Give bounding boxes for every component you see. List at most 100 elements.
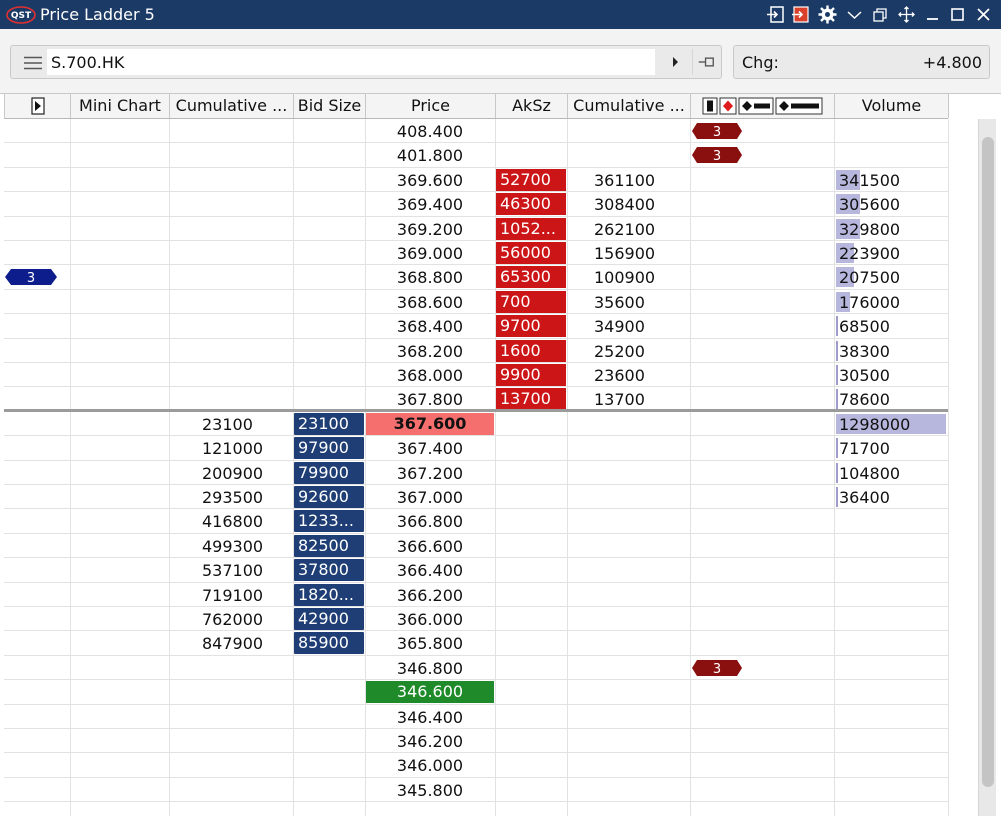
bid-size-cell[interactable]: 1820... (294, 583, 364, 606)
ladder-row[interactable]: 401.800 3 (4, 143, 948, 168)
price-cell[interactable]: 346.200 (366, 729, 494, 753)
price-cell[interactable]: 366.000 (366, 607, 494, 631)
price-cell[interactable]: 401.800 (366, 143, 494, 167)
price-cell[interactable]: 368.600 (366, 290, 494, 314)
price-ladder[interactable]: 408.400 3 401.800 3 369.600 52700 361100 341500… (4, 119, 948, 816)
header-price[interactable]: Price (366, 94, 496, 118)
ladder-row[interactable]: 367.400 121000 97900 71700 (4, 436, 948, 461)
restore-windows-icon[interactable] (870, 4, 891, 25)
ladder-row[interactable]: 346.000 (4, 753, 948, 778)
ladder-row[interactable]: 367.200 200900 79900 104800 (4, 461, 948, 485)
bid-size-cell[interactable]: 85900 (294, 632, 364, 655)
price-cell[interactable]: 369.200 (366, 217, 494, 241)
price-cell[interactable]: 367.800 (366, 387, 494, 411)
maximize-icon[interactable] (947, 4, 968, 25)
header-mini-chart[interactable]: Mini Chart (71, 94, 170, 118)
price-cell[interactable]: 368.000 (366, 363, 494, 387)
title-bar[interactable]: QST Price Ladder 5 (0, 0, 1001, 29)
expand-arrow-icon[interactable] (31, 97, 45, 115)
price-cell[interactable]: 367.400 (366, 436, 494, 460)
price-cell[interactable]: 368.800 (366, 265, 494, 289)
ladder-row[interactable]: 346.200 (4, 729, 948, 754)
ladder-row[interactable]: 368.200 1600 25200 38300 (4, 339, 948, 363)
price-cell[interactable]: 367.200 (366, 461, 494, 485)
ladder-row[interactable]: 345.800 (4, 778, 948, 803)
ask-size-cell[interactable]: 52700 (496, 168, 566, 191)
bid-size-cell[interactable]: 97900 (294, 437, 364, 460)
chevron-down-icon[interactable] (844, 4, 865, 25)
ladder-row[interactable]: 368.400 9700 34900 68500 (4, 314, 948, 339)
price-cell[interactable]: 346.800 (366, 656, 494, 680)
ladder-row[interactable]: 369.200 1052... 262100 329800 (4, 217, 948, 241)
move-icon[interactable] (896, 4, 917, 25)
link-out-icon[interactable] (790, 4, 811, 25)
header-order-tools[interactable] (691, 94, 835, 118)
header-cumulative-ask[interactable]: Cumulative ... (568, 94, 691, 118)
minimize-icon[interactable] (922, 4, 943, 25)
ladder-row[interactable]: 369.400 46300 308400 305600 (4, 192, 948, 217)
working-order-badge[interactable]: 3 (691, 659, 743, 677)
ladder-row[interactable]: 346.800 3 (4, 656, 948, 681)
header-cumulative-bid[interactable]: Cumulative ... (170, 94, 294, 118)
price-cell[interactable]: 346.400 (366, 705, 494, 729)
ladder-row[interactable]: 346.400 (4, 705, 948, 729)
position-badge[interactable]: 3 (4, 268, 58, 286)
scroll-thumb[interactable] (982, 137, 994, 787)
ladder-row[interactable]: 366.400 537100 37800 (4, 558, 948, 583)
order-type-icons[interactable] (702, 97, 824, 115)
bid-size-cell[interactable]: 1233... (294, 510, 364, 533)
price-cell[interactable]: 367.000 (366, 485, 494, 509)
play-arrow-icon[interactable] (663, 49, 689, 75)
ask-size-cell[interactable]: 13700 (496, 388, 566, 411)
header-ask-size[interactable]: AkSz (496, 94, 568, 118)
ladder-row[interactable]: 368.600 700 35600 176000 (4, 290, 948, 315)
price-cell[interactable]: 345.800 (366, 778, 494, 802)
price-cell[interactable]: 366.400 (366, 558, 494, 582)
price-cell[interactable]: 346.000 (366, 753, 494, 777)
bid-size-cell[interactable]: 23100 (294, 412, 364, 435)
price-cell[interactable]: 368.200 (366, 339, 494, 363)
ask-size-cell[interactable]: 9700 (496, 315, 566, 338)
ask-size-cell[interactable]: 46300 (496, 193, 566, 216)
header-arrow[interactable] (5, 94, 71, 118)
price-cell[interactable]: 366.200 (366, 583, 494, 607)
ladder-row[interactable]: 346.600 (4, 680, 948, 705)
price-cell[interactable]: 369.600 (366, 168, 494, 192)
vertical-scrollbar[interactable] (978, 119, 996, 816)
ladder-row[interactable]: 368.000 9900 23600 30500 (4, 363, 948, 388)
working-order-badge[interactable]: 3 (691, 122, 743, 140)
ladder-row[interactable]: 366.600 499300 82500 (4, 534, 948, 559)
link-in-icon[interactable] (765, 4, 786, 25)
price-cell[interactable]: 366.800 (366, 509, 494, 533)
price-cell[interactable]: 365.800 (366, 631, 494, 655)
ask-size-cell[interactable]: 56000 (496, 242, 566, 264)
bid-size-cell[interactable]: 79900 (294, 461, 364, 484)
ladder-row[interactable]: 365.800 847900 85900 (4, 631, 948, 656)
bid-size-cell[interactable]: 37800 (294, 559, 364, 582)
pin-icon[interactable] (692, 49, 720, 75)
bid-size-cell[interactable]: 82500 (294, 534, 364, 557)
ask-size-cell[interactable]: 700 (496, 290, 566, 313)
price-cell[interactable]: 367.600 (366, 412, 494, 435)
header-bid-size[interactable]: Bid Size (294, 94, 366, 118)
ladder-row[interactable]: 366.200 719100 1820... (4, 583, 948, 607)
price-cell[interactable]: 369.400 (366, 192, 494, 216)
ladder-row[interactable]: 369.600 52700 361100 341500 (4, 168, 948, 193)
bid-size-cell[interactable]: 42900 (294, 608, 364, 630)
price-cell[interactable]: 346.600 (366, 681, 494, 704)
close-icon[interactable] (973, 4, 994, 25)
ask-size-cell[interactable]: 9900 (496, 364, 566, 386)
ladder-row[interactable]: 366.800 416800 1233... (4, 509, 948, 534)
ladder-row[interactable]: 408.400 3 (4, 119, 948, 144)
symbol-input[interactable] (47, 49, 655, 75)
ladder-row[interactable]: 369.000 56000 156900 223900 (4, 241, 948, 266)
ladder-row[interactable]: 367.600 23100 23100 1298000 (4, 412, 948, 437)
ask-size-cell[interactable]: 1600 (496, 339, 566, 362)
ask-size-cell[interactable]: 65300 (496, 266, 566, 289)
price-cell[interactable]: 368.400 (366, 314, 494, 338)
gear-icon[interactable] (817, 4, 838, 25)
ask-size-cell[interactable]: 1052... (496, 217, 566, 240)
working-order-badge[interactable]: 3 (691, 146, 743, 164)
menu-icon[interactable] (23, 56, 43, 70)
header-volume[interactable]: Volume (835, 94, 949, 118)
